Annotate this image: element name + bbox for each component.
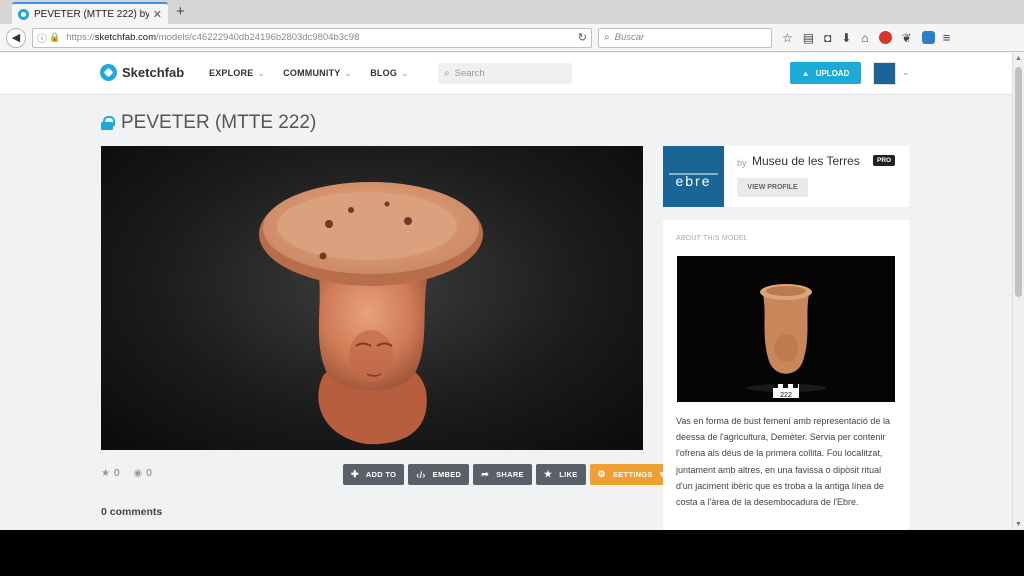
pocket-icon[interactable]: ◘ (824, 31, 831, 45)
reload-icon[interactable]: ↻ (578, 31, 587, 44)
browser-search-input[interactable]: ⌕ Buscar (598, 27, 772, 48)
chevron-down-icon: ⌄ (257, 68, 266, 78)
views-count: ◉ 0 (133, 468, 152, 479)
share-button[interactable]: ➦ SHARE (473, 464, 532, 485)
main-nav: EXPLORE ⌄ COMMUNITY ⌄ BLOG ⌄ (209, 68, 409, 79)
nav-blog[interactable]: BLOG ⌄ (370, 68, 409, 79)
scrollbar-thumb[interactable] (1015, 67, 1022, 297)
view-profile-button[interactable]: VIEW PROFILE (737, 178, 808, 197)
chevron-down-icon: ⌄ (344, 68, 353, 78)
web-page: Sketchfab EXPLORE ⌄ COMMUNITY ⌄ BLOG ⌄ ⌕ Se… (0, 53, 1012, 530)
bookmark-star-icon[interactable]: ☆ (782, 31, 793, 45)
sketchfab-logo[interactable]: Sketchfab (100, 64, 184, 81)
peveter-photo-image: 222 (746, 284, 826, 399)
new-tab-plus-icon[interactable]: + (176, 3, 185, 20)
share-icon: ➦ (481, 469, 490, 479)
about-heading: ABOUT THIS MODEL (676, 235, 748, 242)
warning-lock-icon[interactable]: 🔒 (49, 32, 60, 43)
author-logo-text: ebre (675, 173, 711, 189)
star-icon: ★ (101, 468, 110, 479)
plus-icon: ✚ (351, 469, 359, 479)
close-icon[interactable]: ✕ (153, 8, 162, 21)
model-description: Vas en forma de bust femení amb represen… (676, 416, 890, 508)
browser-tab[interactable]: PEVETER (MTTE 222) by M... ✕ (12, 2, 168, 24)
browser-window: PEVETER (MTTE 222) by M... ✕ + ◀ ⓘ 🔒 htt… (0, 0, 1024, 530)
model-stats: ★ 0 ◉ 0 (101, 468, 152, 479)
scroll-down-arrow-icon[interactable]: ▼ (1015, 521, 1022, 528)
comments-count: 0 comments (101, 506, 163, 518)
site-header: Sketchfab EXPLORE ⌄ COMMUNITY ⌄ BLOG ⌄ ⌕ Se… (0, 53, 1012, 95)
lock-icon (101, 116, 115, 130)
like-button[interactable]: ★ LIKE (535, 464, 586, 485)
chevron-down-icon[interactable]: ⌄ (902, 67, 910, 78)
photo-label: 222 (780, 392, 792, 399)
info-icon[interactable]: ⓘ (37, 30, 47, 45)
sketchfab-logo-icon (100, 64, 117, 81)
toolbar-icons: ☆ ▤ ◘ ⬇ ⌂ ❦ (782, 31, 935, 45)
author-name-link[interactable]: Museu de les Terres (752, 154, 860, 168)
tab-title: PEVETER (MTTE 222) by M... (34, 8, 149, 20)
url-text: https://sketchfab.com/models/c46222940db… (66, 32, 360, 43)
extension-icon[interactable] (921, 31, 935, 44)
model-actions: ✚ADD TO ‹/›EMBED ➦SHARE ★LIKE ⚙SETTINGS▾ (343, 464, 673, 485)
author-card: ebre by Museu de les Terres PRO VIEW PRO… (663, 146, 909, 207)
page-scrollbar[interactable]: ▲ ▼ (1012, 53, 1024, 530)
home-icon[interactable]: ⌂ (861, 31, 868, 45)
add-to-button[interactable]: ✚ ADD TO (343, 464, 405, 485)
embed-button[interactable]: ‹/› EMBED (408, 464, 470, 485)
hamburger-menu-icon[interactable]: ≡ (943, 30, 951, 45)
site-search-input[interactable]: ⌕ Search (438, 63, 572, 84)
download-icon[interactable]: ⬇ (841, 31, 851, 45)
search-icon: ⌕ (444, 68, 450, 79)
about-card: ABOUT THIS MODEL 222 Vas en forma de bus… (663, 220, 909, 530)
author-by-label: by (737, 158, 747, 168)
about-photo[interactable]: 222 (677, 256, 895, 402)
page-title: PEVETER (MTTE 222) (101, 112, 316, 134)
likes-count: ★ 0 (101, 468, 120, 479)
gear-icon: ⚙ (597, 469, 606, 479)
navigation-bar: ◀ ⓘ 🔒 https://sketchfab.com/models/c4622… (0, 24, 1024, 52)
settings-button[interactable]: ⚙SETTINGS▾ (589, 464, 673, 485)
nav-explore[interactable]: EXPLORE ⌄ (209, 68, 265, 79)
address-bar[interactable]: ⓘ 🔒 https://sketchfab.com/models/c462229… (32, 27, 592, 48)
upload-arrow-icon: ▲ (801, 68, 810, 78)
scroll-up-arrow-icon[interactable]: ▲ (1015, 55, 1022, 62)
reading-list-icon[interactable]: ▤ (803, 31, 814, 45)
model-viewer[interactable] (101, 146, 643, 450)
adblock-icon[interactable] (878, 31, 892, 44)
author-logo[interactable]: ebre (663, 146, 724, 207)
ebre-logo-icon: ebre (669, 173, 718, 189)
search-icon: ⌕ (604, 32, 610, 43)
nav-community[interactable]: COMMUNITY ⌄ (283, 68, 352, 79)
upload-button[interactable]: ▲ UPLOAD (790, 62, 861, 84)
chevron-down-icon: ⌄ (401, 68, 409, 78)
avatar[interactable] (873, 62, 896, 85)
eye-icon: ◉ (133, 468, 143, 479)
tab-bar: PEVETER (MTTE 222) by M... ✕ + (0, 0, 1024, 24)
sketchfab-favicon-icon (18, 8, 29, 20)
extension-leaf-icon[interactable]: ❦ (902, 31, 912, 45)
peveter-3d-model[interactable] (101, 146, 643, 450)
pro-badge: PRO (873, 155, 896, 166)
star-icon: ★ (543, 469, 553, 479)
back-arrow-icon[interactable]: ◀ (6, 27, 26, 48)
code-icon: ‹/› (416, 469, 426, 480)
